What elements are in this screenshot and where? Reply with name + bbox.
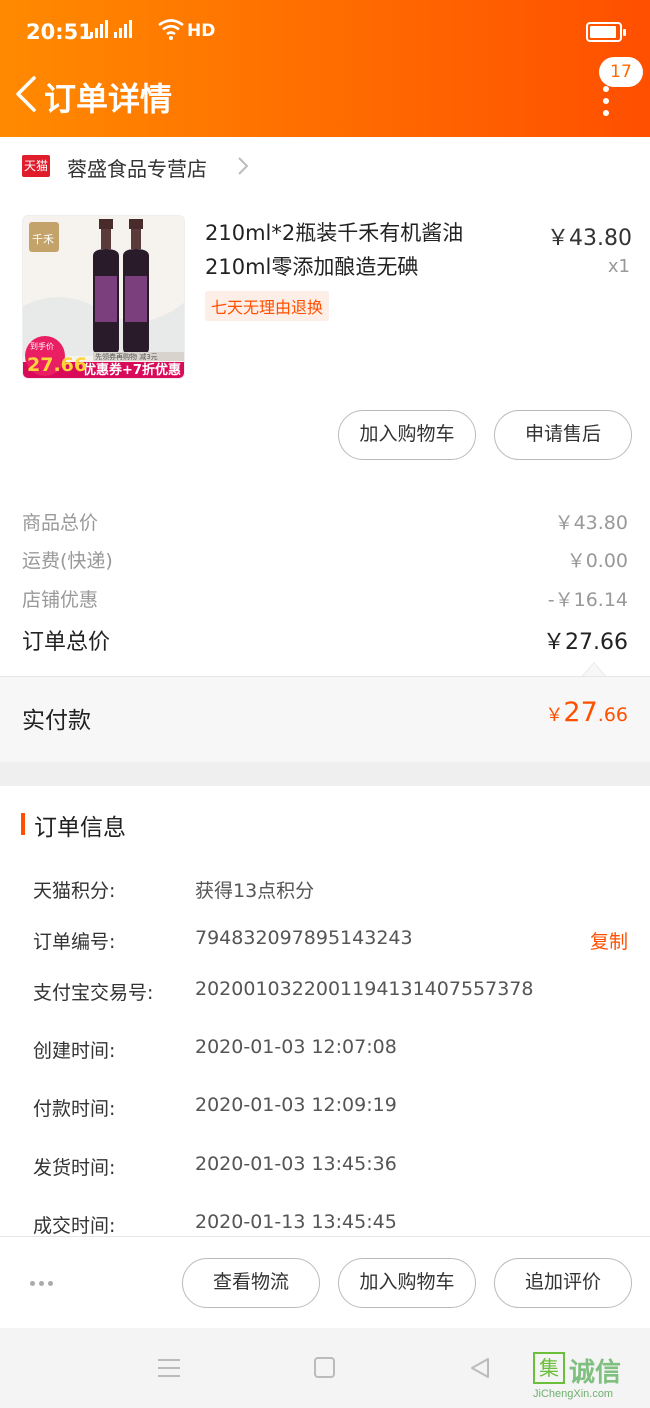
store-row[interactable]: 天猫 蓉盛食品专营店 xyxy=(0,137,650,195)
bottom-action-bar: 查看物流 加入购物车 追加评价 xyxy=(0,1236,650,1328)
after-sale-button[interactable]: 申请售后 xyxy=(494,410,632,460)
add-review-button[interactable]: 追加评价 xyxy=(494,1258,632,1308)
tmall-logo: 天猫 xyxy=(22,155,50,177)
goods-total-row: 商品总价 ￥43.80 xyxy=(22,508,628,535)
watermark-char: 集 xyxy=(533,1352,565,1384)
more-dots-icon[interactable] xyxy=(30,1271,57,1290)
battery-icon xyxy=(586,22,626,42)
info-key: 创建时间: xyxy=(33,1040,116,1062)
product-quantity: x1 xyxy=(607,256,630,277)
promo-note: 先领券再购物 减3元 xyxy=(95,352,158,361)
product-thumbnail[interactable]: 优惠券+7折优惠 到手价 27.66 先领券再购物 减3元 千禾 xyxy=(22,215,185,379)
watermark-text: 诚信 xyxy=(569,1358,622,1388)
back-triangle-icon[interactable] xyxy=(468,1356,492,1380)
chevron-right-icon xyxy=(238,157,249,175)
payment-decimal: .66 xyxy=(597,704,628,726)
wifi-icon xyxy=(158,19,184,40)
product-price: ￥43.80 xyxy=(547,226,632,251)
home-square-icon[interactable] xyxy=(314,1357,335,1378)
info-value: 2020-01-03 12:07:08 xyxy=(195,1036,397,1058)
hd-indicator: HD xyxy=(187,21,216,41)
goods-total-value: ￥43.80 xyxy=(554,512,628,534)
shipping-value: ￥0.00 xyxy=(566,550,628,572)
watermark-url: JiChengXin.com xyxy=(533,1388,614,1400)
discount-label: 店铺优惠 xyxy=(22,589,99,611)
info-key: 发货时间: xyxy=(33,1157,116,1179)
info-value: 2020-01-13 13:45:45 xyxy=(195,1211,397,1233)
message-count-badge[interactable]: 17 xyxy=(599,57,643,87)
status-bar: 20:51 HD xyxy=(0,0,650,64)
copy-order-number-button[interactable]: 复制 xyxy=(590,927,628,954)
section-divider xyxy=(0,762,650,786)
info-key: 付款时间: xyxy=(33,1098,116,1120)
info-value: 794832097895143243 xyxy=(195,927,413,949)
caret-up-icon xyxy=(582,662,606,676)
discount-row: 店铺优惠 -￥16.14 xyxy=(22,585,628,612)
order-total-row: 订单总价 ￥27.66 xyxy=(22,624,628,656)
info-value: 2020-01-03 12:09:19 xyxy=(195,1094,397,1116)
info-key: 订单编号: xyxy=(33,931,116,953)
info-key: 支付宝交易号: xyxy=(33,982,154,1004)
recents-menu-icon[interactable] xyxy=(158,1359,180,1383)
add-to-cart-button[interactable]: 加入购物车 xyxy=(338,410,476,460)
return-policy-tag: 七天无理由退换 xyxy=(205,291,330,321)
info-value: 2020010322001194131407557378 xyxy=(195,978,534,1000)
promo-banner: 优惠券+7折优惠 xyxy=(83,362,181,378)
info-value: 2020-01-03 13:45:36 xyxy=(195,1153,397,1175)
order-total-value: ￥27.66 xyxy=(543,630,628,655)
status-time: 20:51 xyxy=(26,20,93,44)
page-title: 订单详情 xyxy=(44,80,173,118)
info-key: 天猫积分: xyxy=(33,880,116,902)
goods-total-label: 商品总价 xyxy=(22,512,99,534)
promo-label: 到手价 xyxy=(30,341,54,351)
signal-icon xyxy=(90,20,138,38)
shipping-row: 运费(快递) ￥0.00 xyxy=(22,546,628,573)
discount-value: -￥16.14 xyxy=(547,589,628,611)
actual-payment-box: 实付款 ￥27.66 xyxy=(0,676,650,762)
brand-mark: 千禾 xyxy=(32,233,54,246)
header: 20:51 HD 订单详情 17 xyxy=(0,0,650,137)
info-value: 获得13点积分 xyxy=(195,880,315,902)
promo-price: 27.66 xyxy=(27,354,87,376)
actual-payment-amount: ￥27.66 xyxy=(545,697,628,728)
watermark-logo: 集 诚信 JiChengXin.com xyxy=(533,1352,650,1408)
back-arrow-icon[interactable] xyxy=(10,72,44,116)
currency-symbol: ￥ xyxy=(545,705,564,726)
bottom-add-to-cart-button[interactable]: 加入购物车 xyxy=(338,1258,476,1308)
more-menu-icon[interactable] xyxy=(596,86,616,116)
order-info-title: 订单信息 xyxy=(34,815,126,841)
info-key: 成交时间: xyxy=(33,1215,116,1237)
actual-payment-label: 实付款 xyxy=(22,708,91,734)
order-total-label: 订单总价 xyxy=(22,630,111,655)
view-logistics-button[interactable]: 查看物流 xyxy=(182,1258,320,1308)
shipping-label: 运费(快递) xyxy=(22,550,113,572)
product-title[interactable]: 210ml*2瓶装千禾有机酱油210ml零添加酿造无碘 xyxy=(205,216,505,284)
store-name[interactable]: 蓉盛食品专营店 xyxy=(67,153,207,182)
payment-integer: 27 xyxy=(563,697,598,728)
section-accent-bar xyxy=(21,813,25,835)
